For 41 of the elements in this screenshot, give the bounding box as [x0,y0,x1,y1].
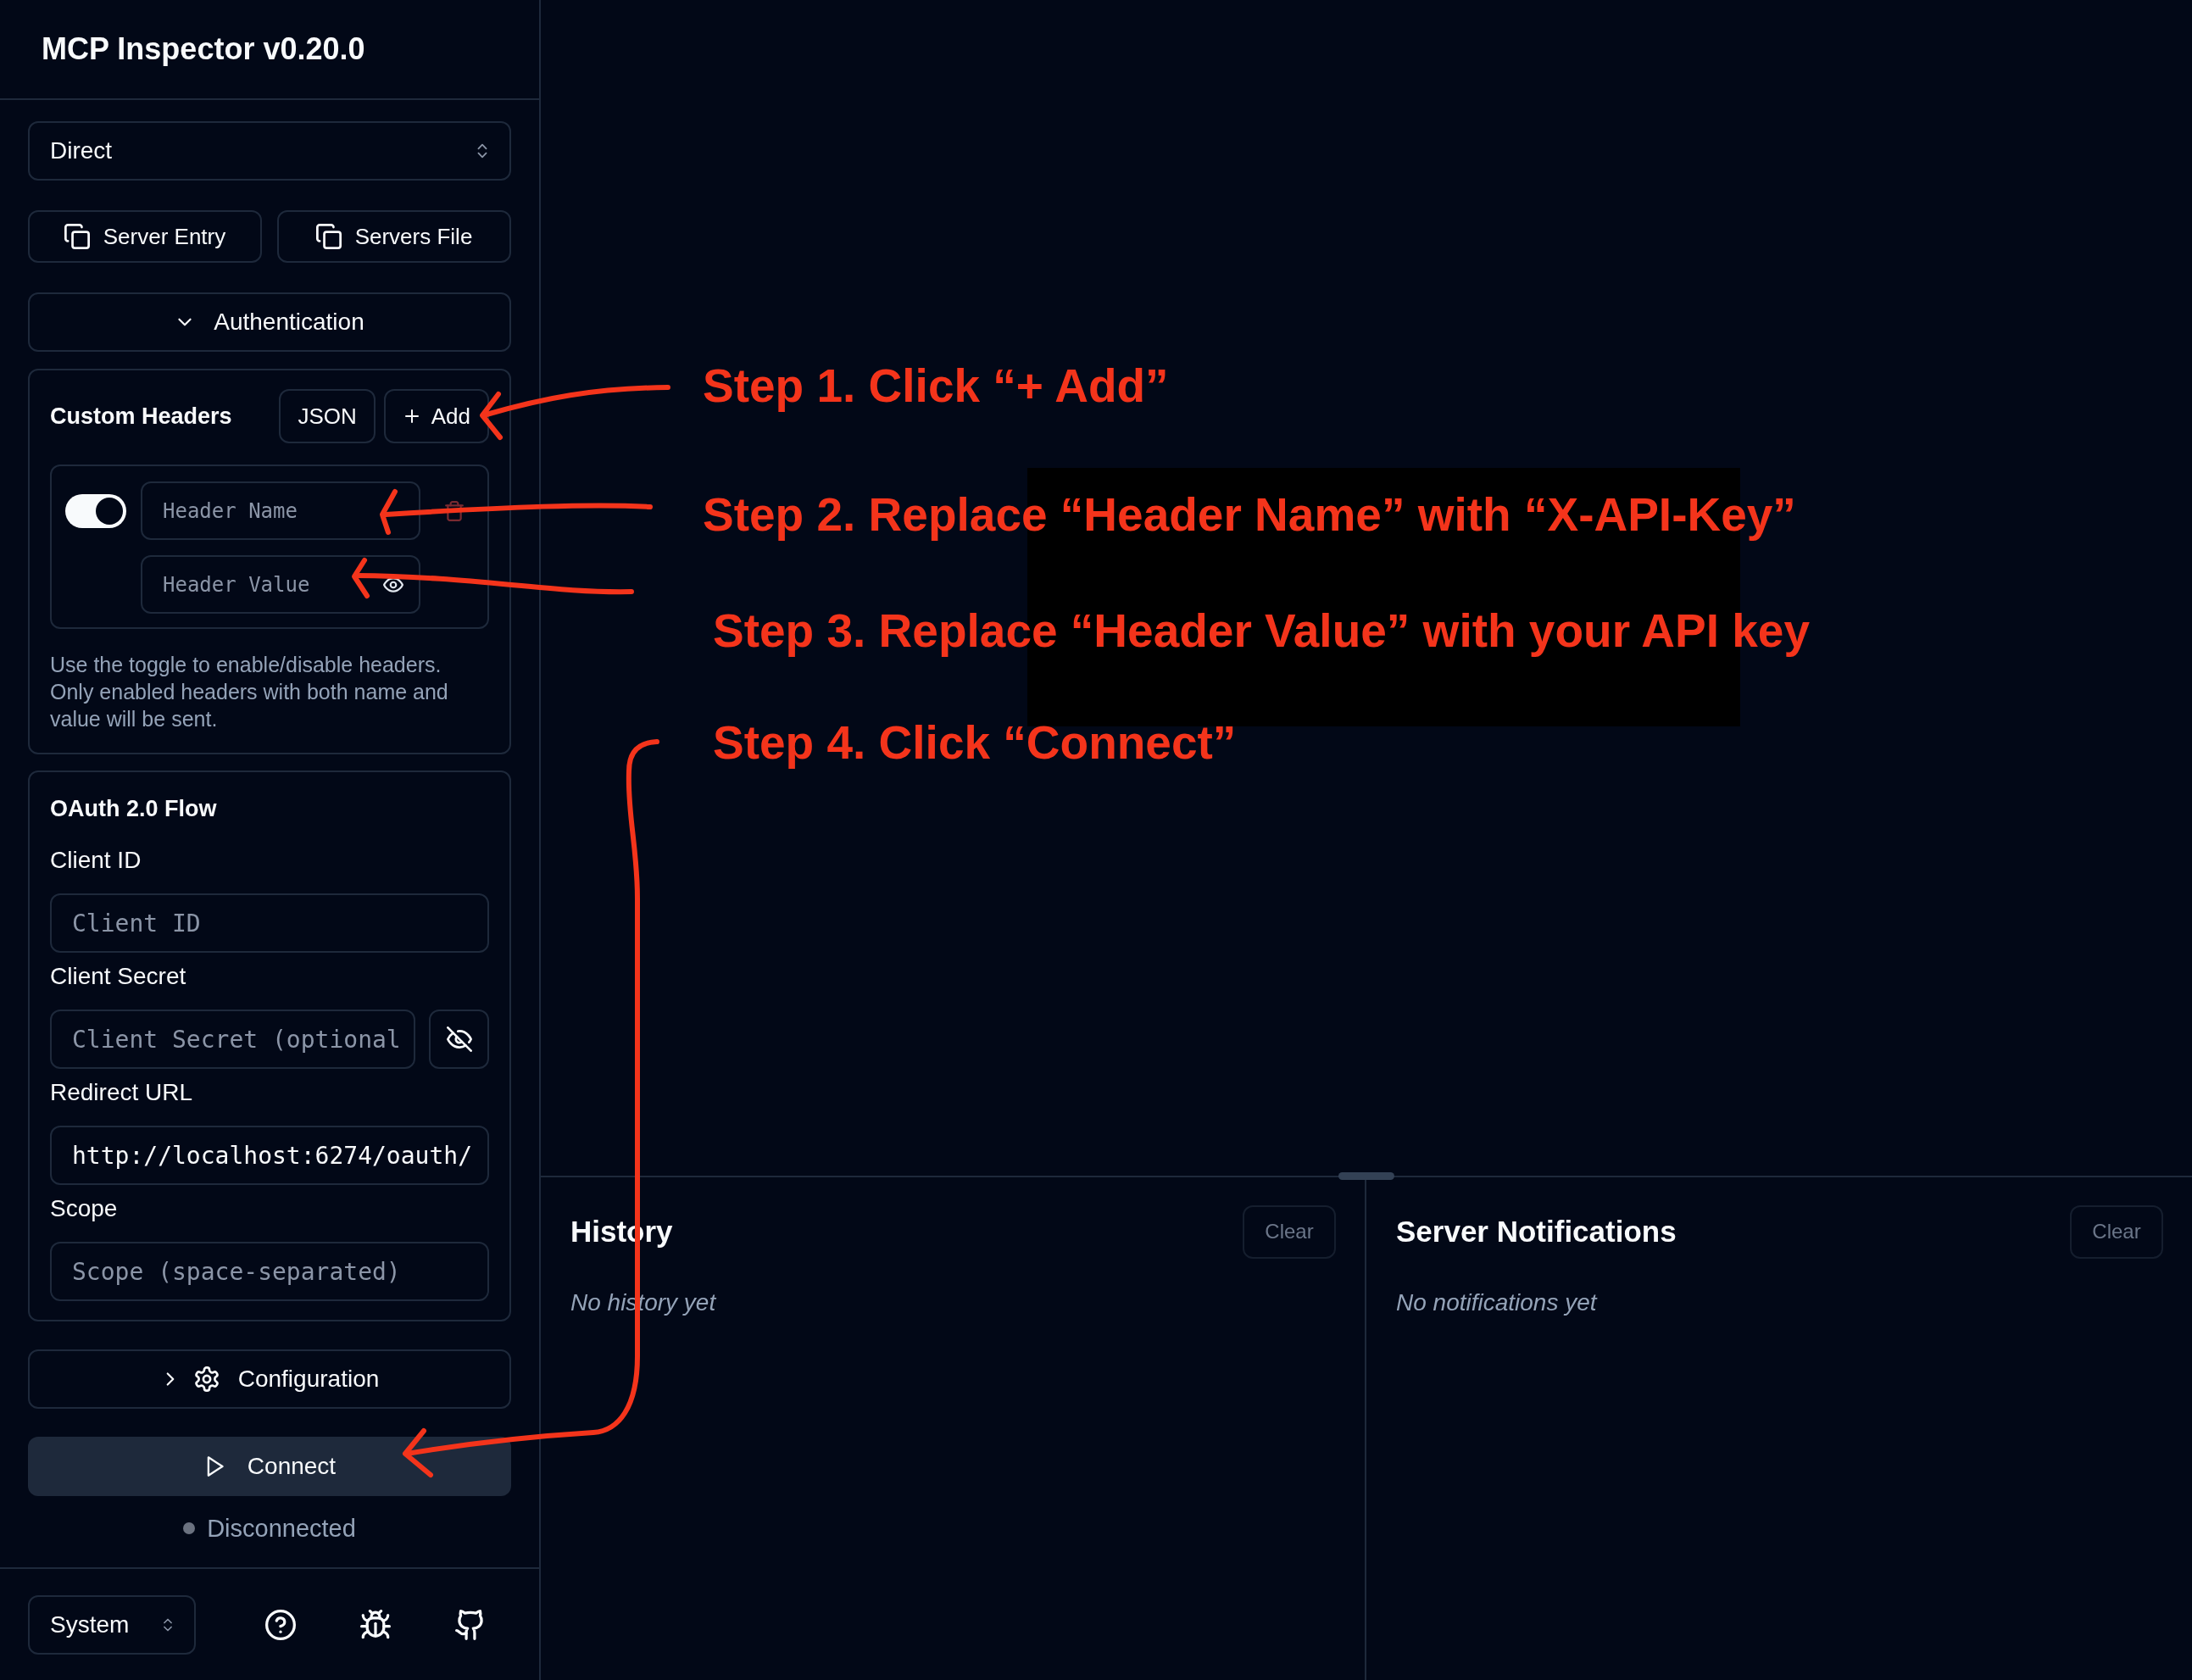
field-label: Client ID [50,846,142,875]
connect-button[interactable]: Connect [28,1437,511,1496]
field-label: Client Secret [50,962,187,991]
copy-button[interactable]: Servers File [277,210,511,263]
json-button[interactable]: JSON [279,389,376,443]
panel-title: Server Notifications [1396,1215,1677,1249]
toggle-switch[interactable] [65,493,126,528]
copy-button[interactable]: Server Entry [28,210,262,263]
theme-select[interactable]: System [28,1594,196,1655]
section-title: OAuth 2.0 Flow [50,795,218,823]
field-label: Scope [50,1194,119,1223]
input-field[interactable]: Client ID [50,893,489,953]
connection-status-text: Disconnected [207,1514,356,1544]
settings-icon [193,1366,220,1392]
resize-handle[interactable] [1338,1172,1394,1180]
bug-icon[interactable] [360,1609,391,1640]
annotation-text: Step 3. Replace “Header Value” with your API key [713,604,1810,659]
section-title: Custom Headers [50,403,232,431]
trash-icon[interactable] [444,499,465,522]
header-name-field[interactable]: Header Name [141,481,420,540]
input-field[interactable]: Client Secret (optional [50,1010,415,1069]
visibility-toggle-button[interactable] [429,1010,489,1069]
annotation-text: Step 1. Click “+ Add” [703,359,1169,414]
input-field[interactable]: Scope (space-separated) [50,1242,489,1301]
transport-select[interactable]: Direct [28,121,511,181]
field-label: Redirect URL [50,1078,194,1107]
authentication-button[interactable]: Authentication [28,292,511,352]
empty-state-text: No notifications yet [1396,1289,1599,1316]
copy-icon [64,224,90,249]
input-field[interactable]: http://localhost:6274/oauth/ [50,1126,489,1185]
help-text: Use the toggle to enable/disable headers. Only enabled headers with both name and value will be sent. [50,652,449,732]
copy-icon [315,224,342,249]
github-icon[interactable] [455,1609,486,1640]
eye-off-icon [446,1026,472,1052]
annotation-text: Step 4. Click “Connect” [713,715,1237,770]
configuration-button[interactable]: Configuration [28,1349,511,1409]
annotation-text: Step 2. Replace “Header Name” with “X-API-Key” [703,487,1796,542]
app-title: MCP Inspector v0.20.0 [42,31,365,67]
header-value-field[interactable]: Header Value [141,555,420,614]
add-button[interactable]: Add [383,389,489,443]
help-icon[interactable] [265,1609,296,1640]
